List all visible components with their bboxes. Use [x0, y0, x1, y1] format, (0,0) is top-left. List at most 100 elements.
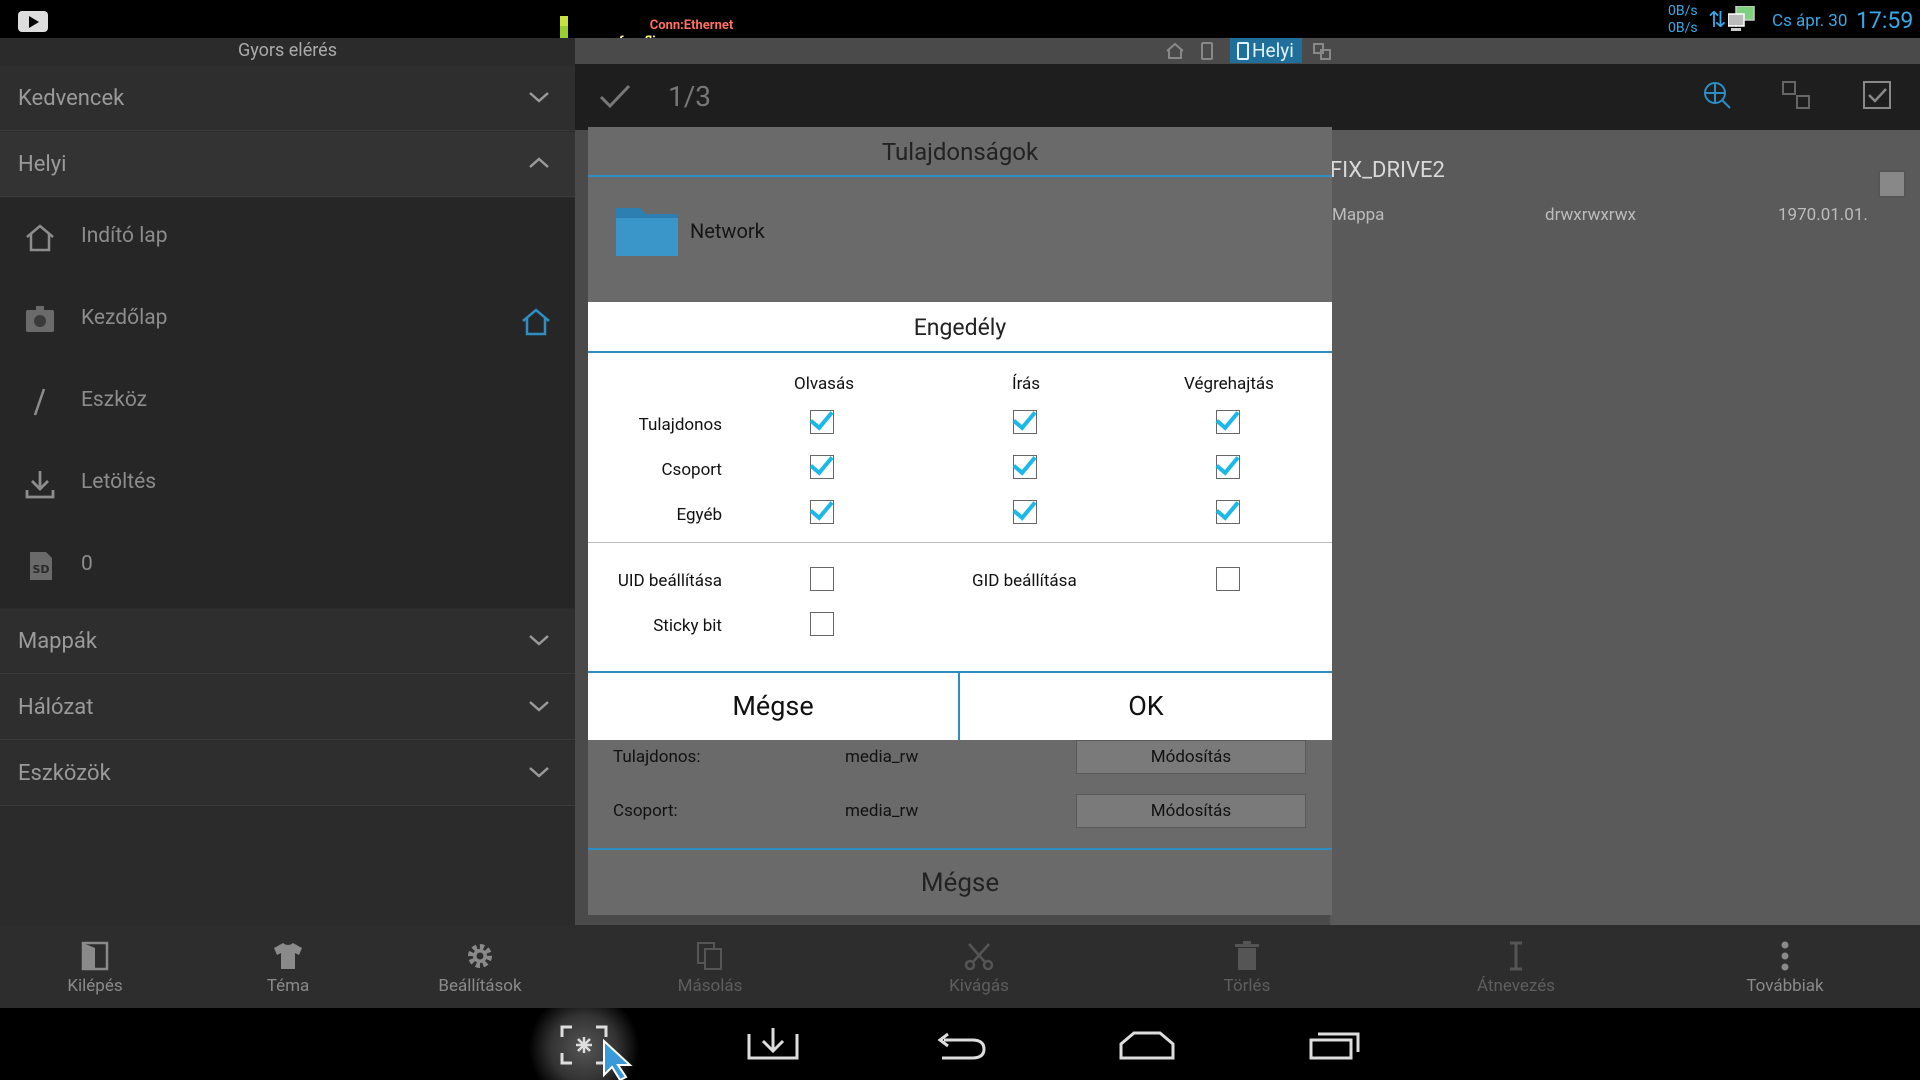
- svg-text:SD: SD: [32, 563, 49, 576]
- section-local[interactable]: Helyi: [0, 132, 575, 197]
- slash-root-icon: [33, 388, 46, 416]
- home-nav-icon[interactable]: [1118, 1030, 1176, 1060]
- phone-icon: [1237, 42, 1249, 60]
- done-check-icon[interactable]: [598, 82, 632, 112]
- screenshot-icon[interactable]: [560, 1025, 650, 1080]
- device-tab-icon[interactable]: [1198, 42, 1216, 60]
- file-type: Mappa: [1332, 205, 1385, 225]
- cut-button[interactable]: Kivágás: [879, 940, 1079, 996]
- sticky-bit-checkbox[interactable]: [810, 612, 834, 636]
- set-home-icon[interactable]: [520, 306, 552, 338]
- folder-icon: [616, 208, 678, 256]
- recent-apps-icon[interactable]: [1308, 1028, 1364, 1060]
- delete-button[interactable]: Törlés: [1147, 940, 1347, 996]
- cancel-button[interactable]: Mégse: [588, 673, 960, 740]
- group-execute-checkbox[interactable]: [1216, 455, 1240, 479]
- more-label: Továbbiak: [1746, 976, 1824, 996]
- status-clock: 17:59: [1856, 7, 1914, 34]
- download-nav-icon[interactable]: [745, 1026, 801, 1060]
- theme-label: Téma: [266, 976, 310, 996]
- network-speed: 0B/s 0B/s: [1668, 3, 1698, 37]
- permission-divider: [588, 542, 1332, 543]
- owner-execute-checkbox[interactable]: [1216, 410, 1240, 434]
- drawer-item-download[interactable]: Letöltés: [0, 444, 575, 526]
- trash-icon: [1235, 941, 1259, 970]
- drawer-item-label: Eszköz: [81, 388, 148, 412]
- copy-icon: [697, 942, 722, 970]
- exit-icon: [81, 941, 109, 971]
- row-other-label: Egyéb: [676, 505, 722, 525]
- upload-speed: 0B/s: [1668, 3, 1698, 19]
- group-label: Csoport:: [613, 801, 678, 821]
- status-date: Cs ápr. 30: [1772, 11, 1848, 31]
- drawer-item-sd-card[interactable]: SD 0: [0, 526, 575, 608]
- modify-group-button[interactable]: Módosítás: [1076, 794, 1306, 828]
- owner-value: media_rw: [845, 747, 919, 767]
- section-network-label: Hálózat: [18, 695, 94, 720]
- chevron-down-icon: [529, 92, 549, 103]
- drawer-item-start-page[interactable]: Indító lap: [0, 198, 575, 280]
- home-tab-icon[interactable]: [1165, 42, 1185, 60]
- copy-button[interactable]: Másolás: [610, 940, 810, 996]
- ethernet-icon: [1728, 6, 1755, 31]
- camera-folder-icon: [26, 306, 54, 332]
- drawer-item-home[interactable]: Kezdőlap: [0, 280, 575, 362]
- window-tab-icon[interactable]: [1312, 42, 1332, 60]
- select-all-icon[interactable]: [1862, 80, 1892, 110]
- owner-label: Tulajdonos:: [613, 747, 701, 767]
- text-cursor-icon: [1510, 941, 1522, 971]
- settings-label: Beállítások: [438, 976, 522, 996]
- properties-cancel-button[interactable]: Mégse: [588, 848, 1332, 915]
- drawer-item-device[interactable]: Eszköz: [0, 362, 575, 444]
- section-local-label: Helyi: [18, 152, 67, 177]
- row-owner-label: Tulajdonos: [638, 415, 722, 435]
- section-folders[interactable]: Mappák: [0, 609, 575, 674]
- overflow-menu-icon: [1781, 941, 1789, 971]
- select-range-icon[interactable]: [1781, 80, 1811, 110]
- group-write-checkbox[interactable]: [1013, 455, 1037, 479]
- file-name[interactable]: FIX_DRIVE2: [1330, 158, 1445, 183]
- exit-button[interactable]: Kilépés: [0, 940, 195, 996]
- other-read-checkbox[interactable]: [810, 500, 834, 524]
- ok-button[interactable]: OK: [960, 673, 1332, 740]
- cut-label: Kivágás: [949, 976, 1009, 996]
- other-write-checkbox[interactable]: [1013, 500, 1037, 524]
- back-icon[interactable]: [934, 1030, 988, 1060]
- drawer-item-label: Kezdőlap: [81, 306, 168, 330]
- tab-local-label: Helyi: [1252, 39, 1294, 62]
- theme-button[interactable]: Téma: [188, 940, 388, 996]
- sd-card-icon: SD: [30, 552, 52, 580]
- status-bar: [0, 0, 1920, 38]
- settings-button[interactable]: Beállítások: [380, 940, 580, 996]
- group-read-checkbox[interactable]: [810, 455, 834, 479]
- file-date: 1970.01.01.: [1778, 205, 1868, 225]
- other-execute-checkbox[interactable]: [1216, 500, 1240, 524]
- download-speed: 0B/s: [1668, 20, 1698, 36]
- uid-checkbox[interactable]: [810, 567, 834, 591]
- section-tools[interactable]: Eszközök: [0, 741, 575, 806]
- home-outline-icon: [26, 224, 54, 252]
- section-favorites[interactable]: Kedvencek: [0, 66, 575, 131]
- modify-owner-button[interactable]: Módosítás: [1076, 740, 1306, 774]
- youtube-notification-icon[interactable]: [18, 11, 48, 32]
- connection-type: Conn:Ethernet: [649, 18, 734, 33]
- gid-checkbox[interactable]: [1216, 567, 1240, 591]
- cpu-info: CPU:9% 1272MHz M:848MB: [600, 2, 767, 17]
- drawer-item-label: Letöltés: [81, 470, 157, 494]
- owner-read-checkbox[interactable]: [810, 410, 834, 434]
- file-select-checkbox[interactable]: [1878, 170, 1906, 198]
- exit-label: Kilépés: [67, 976, 123, 996]
- uid-label: UID beállítása: [617, 571, 722, 591]
- properties-title: Tulajdonságok: [588, 127, 1332, 177]
- section-network[interactable]: Hálózat: [0, 675, 575, 740]
- owner-write-checkbox[interactable]: [1013, 410, 1037, 434]
- column-read: Olvasás: [794, 374, 854, 394]
- network-search-icon[interactable]: [1702, 80, 1732, 110]
- sticky-bit-label: Sticky bit: [653, 616, 722, 636]
- rename-button[interactable]: Átnevezés: [1416, 940, 1616, 996]
- more-button[interactable]: Továbbiak: [1685, 940, 1885, 996]
- drawer-item-label: Indító lap: [81, 224, 168, 248]
- quick-access-header: Gyors elérés: [238, 40, 337, 61]
- rename-label: Átnevezés: [1476, 976, 1556, 996]
- file-list: [1330, 130, 1920, 925]
